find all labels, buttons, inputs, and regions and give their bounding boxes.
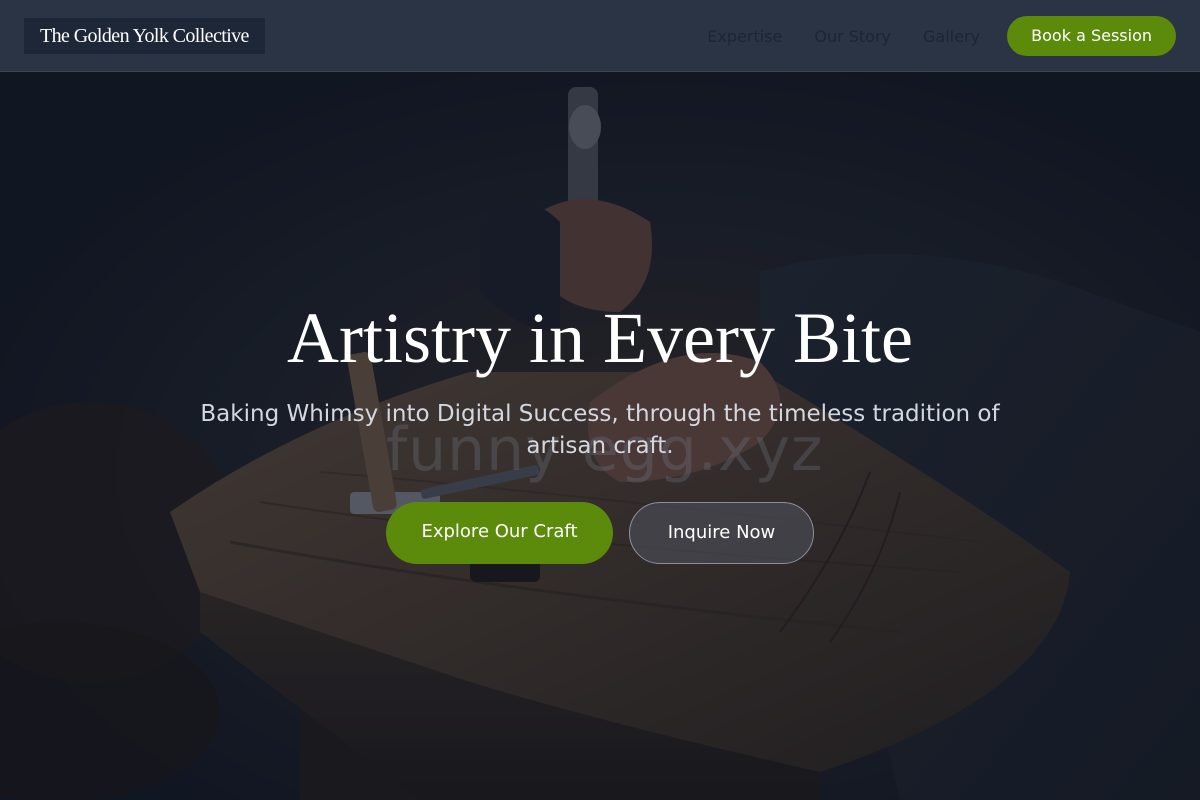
hero-title: Artistry in Every Bite (287, 298, 913, 378)
book-session-button[interactable]: Book a Session (1007, 16, 1176, 56)
site-header: The Golden Yolk Collective Expertise Our… (0, 0, 1200, 72)
nav-link-our-story[interactable]: Our Story (814, 27, 891, 46)
nav-link-gallery[interactable]: Gallery (923, 27, 980, 46)
hero-section: funny egg.xyz Artistry in Every Bite Bak… (0, 72, 1200, 800)
hero-subtitle: Baking Whimsy into Digital Success, thro… (200, 401, 1000, 459)
inquire-now-button[interactable]: Inquire Now (629, 502, 814, 564)
site-logo[interactable]: The Golden Yolk Collective (24, 18, 265, 54)
nav-link-expertise[interactable]: Expertise (707, 27, 782, 46)
main-nav: Expertise Our Story Gallery (707, 0, 980, 72)
explore-craft-button[interactable]: Explore Our Craft (386, 502, 613, 564)
page: The Golden Yolk Collective Expertise Our… (0, 0, 1200, 800)
